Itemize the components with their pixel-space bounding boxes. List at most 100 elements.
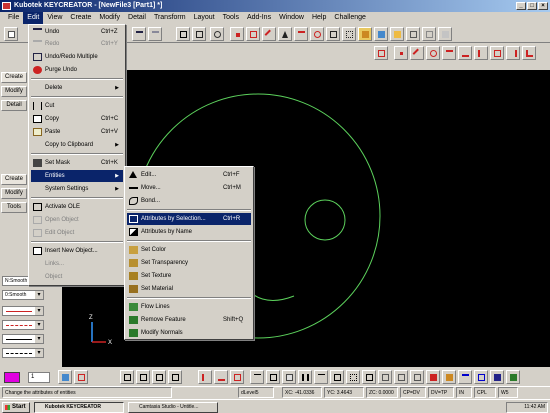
tab-create-2[interactable]: Create	[1, 174, 27, 185]
task-keycreator[interactable]: Kubotek KEYCREATOR	[34, 402, 124, 413]
snap-perp-icon[interactable]	[458, 46, 472, 60]
menu-item-set-mask[interactable]: Set Mask Ctrl+K	[31, 157, 123, 169]
close-button[interactable]: ×	[538, 2, 548, 10]
app-icon[interactable]	[2, 2, 11, 10]
view-side-icon[interactable]	[152, 370, 166, 384]
line-style-combo-4[interactable]	[2, 348, 44, 358]
menu-item-insert-new-object[interactable]: Insert New Object...	[31, 245, 123, 257]
menu-create[interactable]: Create	[66, 12, 95, 24]
paint-bucket-icon[interactable]	[442, 370, 456, 384]
eye-circle-right[interactable]	[304, 199, 346, 241]
snap-circle-icon[interactable]	[426, 46, 440, 60]
erase-icon[interactable]	[426, 370, 440, 384]
snap-x-icon[interactable]	[442, 46, 456, 60]
menu-layout[interactable]: Layout	[190, 12, 219, 24]
snap-grid-icon[interactable]	[342, 27, 356, 41]
tab-create[interactable]: Create	[1, 72, 27, 83]
dim-icon[interactable]	[330, 370, 344, 384]
snap-arrow-icon[interactable]	[294, 27, 308, 41]
menu-detail[interactable]: Detail	[124, 12, 150, 24]
menu-item-object[interactable]: Object	[31, 271, 123, 283]
tab-detail[interactable]: Detail	[1, 100, 27, 111]
tab-modify-2[interactable]: Modify	[1, 188, 27, 199]
group-icon[interactable]	[74, 370, 88, 384]
menu-item-redo[interactable]: Redo Ctrl+Y	[31, 38, 123, 50]
pattern-icon[interactable]	[378, 370, 392, 384]
level-icon[interactable]	[58, 370, 72, 384]
maximize-button[interactable]: □	[527, 2, 537, 10]
menu-tools[interactable]: Tools	[219, 12, 243, 24]
menu-item-links[interactable]: Links...	[31, 258, 123, 270]
menu-item-flow-lines[interactable]: Flow Lines	[127, 301, 251, 313]
menu-item-set-texture[interactable]: Set Texture	[127, 270, 251, 282]
cplane-icon[interactable]	[198, 370, 212, 384]
snap-tangent-icon[interactable]	[326, 27, 340, 41]
window-icon[interactable]	[474, 370, 488, 384]
line-style-combo-3[interactable]	[2, 334, 44, 344]
bars-icon[interactable]	[298, 370, 312, 384]
hatch-icon[interactable]	[346, 370, 360, 384]
menu-item-undo-redo-multiple[interactable]: Undo/Redo Multiple	[31, 51, 123, 63]
snap-any-icon[interactable]	[506, 46, 520, 60]
menu-modify[interactable]: Modify	[95, 12, 124, 24]
calc-icon[interactable]	[282, 370, 296, 384]
snap-delta-icon[interactable]	[522, 46, 536, 60]
menu-item-set-color[interactable]: Set Color	[127, 244, 251, 256]
menu-window[interactable]: Window	[275, 12, 308, 24]
minimize-button[interactable]: _	[516, 2, 526, 10]
note-icon[interactable]	[362, 370, 376, 384]
chain-icon[interactable]	[394, 370, 408, 384]
menu-challenge[interactable]: Challenge	[330, 12, 370, 24]
trim-icon[interactable]	[314, 370, 328, 384]
menu-add-ins[interactable]: Add-Ins	[243, 12, 275, 24]
menu-item-open-object[interactable]: Open Object	[31, 214, 123, 226]
snap-end-icon[interactable]	[246, 27, 260, 41]
color-swatch[interactable]	[4, 372, 20, 383]
menu-item-move[interactable]: Move... Ctrl+M	[127, 182, 251, 194]
wire-icon[interactable]	[406, 27, 420, 41]
hidden-line-icon[interactable]	[422, 27, 436, 41]
snap-point-icon[interactable]	[230, 27, 244, 41]
cplane-2-icon[interactable]	[214, 370, 228, 384]
menu-item-entities[interactable]: Entities ▶	[31, 170, 123, 182]
cplane-3-icon[interactable]	[230, 370, 244, 384]
view-front-icon[interactable]	[136, 370, 150, 384]
line-style-combo-1[interactable]	[2, 306, 44, 316]
menu-item-edit-entity[interactable]: Edit... Ctrl+F	[127, 169, 251, 181]
menu-item-paste[interactable]: Paste Ctrl+V	[31, 126, 123, 138]
solid-shade-icon[interactable]	[358, 27, 372, 41]
window-select-icon[interactable]	[192, 27, 206, 41]
snap-near-icon[interactable]	[490, 46, 504, 60]
snap-mid-icon[interactable]	[262, 27, 276, 41]
menu-item-edit-object[interactable]: Edit Object	[31, 227, 123, 239]
measure-icon[interactable]	[266, 370, 280, 384]
task-camtasia[interactable]: Camtasia Studio - Untitle...	[128, 402, 218, 413]
layer-combo[interactable]: 1	[28, 372, 50, 383]
triangle-icon[interactable]	[278, 27, 292, 41]
arrow-right-icon[interactable]	[458, 370, 472, 384]
menu-transform[interactable]: Transform	[150, 12, 190, 24]
snap-vertex-icon[interactable]	[394, 46, 408, 60]
snap-angle-icon[interactable]	[474, 46, 488, 60]
redo-toolbar-icon[interactable]	[148, 27, 162, 41]
menu-item-copy-to-clipboard[interactable]: Copy to Clipboard ▶	[31, 139, 123, 151]
menu-item-activate-ole[interactable]: Activate OLE	[31, 201, 123, 213]
start-button[interactable]: Start	[2, 402, 30, 413]
tab-tools[interactable]: Tools	[1, 202, 27, 213]
view-iso-icon[interactable]	[168, 370, 182, 384]
menu-item-modify-normals[interactable]: Modify Normals	[127, 327, 251, 339]
menu-item-system-settings[interactable]: System Settings ▶	[31, 183, 123, 195]
menu-item-cut[interactable]: Cut	[31, 100, 123, 112]
fill-icon[interactable]	[490, 370, 504, 384]
rectangle-icon[interactable]	[176, 27, 190, 41]
ruler-icon[interactable]	[250, 370, 264, 384]
shade-icon[interactable]	[438, 27, 452, 41]
menu-item-copy[interactable]: Copy Ctrl+C	[31, 113, 123, 125]
view-top-icon[interactable]	[120, 370, 134, 384]
menu-item-purge-undo[interactable]: Purge Undo	[31, 64, 123, 76]
snap-intersection-icon[interactable]	[410, 46, 424, 60]
menu-view[interactable]: View	[43, 12, 66, 24]
render-icon[interactable]	[374, 27, 388, 41]
line-style-combo-2[interactable]	[2, 320, 44, 330]
menu-item-remove-feature[interactable]: Remove Feature Shift+Q	[127, 314, 251, 326]
